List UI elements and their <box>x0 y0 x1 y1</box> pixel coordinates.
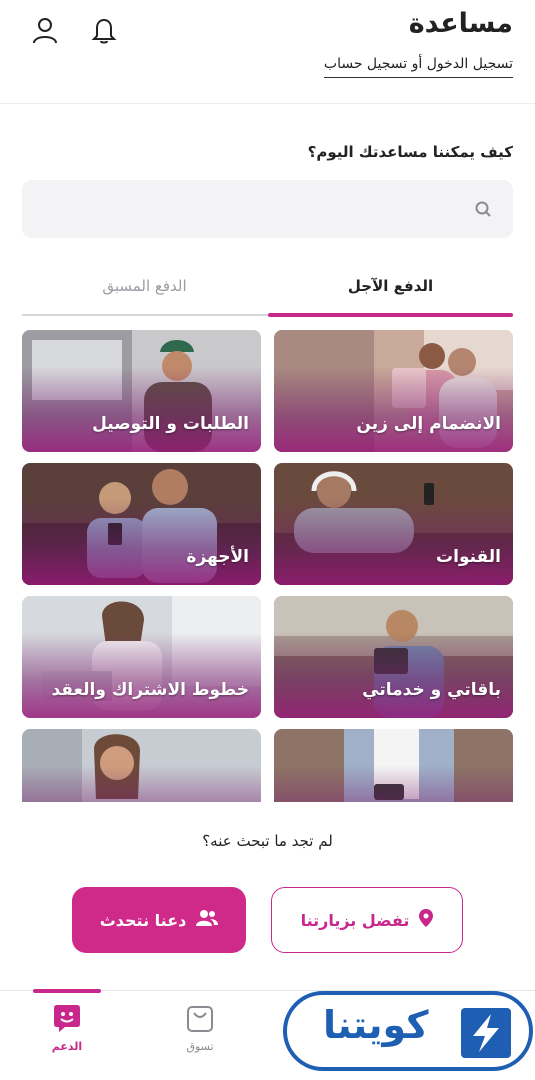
watermark-text: كويتنا <box>323 1003 429 1047</box>
card-channels[interactable]: القنوات <box>274 463 513 585</box>
tab-postpaid[interactable]: الدفع الآجل <box>268 256 513 316</box>
watermark-icon <box>461 1008 511 1058</box>
tab-active-indicator <box>268 313 513 317</box>
card-plans-services[interactable]: باقاتي و خدماتي <box>274 596 513 718</box>
card-label: الانضمام إلى زين <box>356 414 501 434</box>
bell-icon[interactable] <box>86 12 122 48</box>
support-chat-icon <box>54 1005 80 1032</box>
login-register-link[interactable]: تسجيل الدخول أو تسجيل حساب <box>323 56 513 78</box>
card-label: باقاتي و خدماتي <box>362 680 501 700</box>
help-question: كيف يمكننا مساعدتك اليوم؟ <box>307 143 513 161</box>
shopping-bag-icon <box>187 1006 213 1032</box>
help-topics-grid: الانضمام إلى زين الطلبات و التوصيل القنو… <box>22 330 513 802</box>
page-title: مساعدة <box>408 8 513 39</box>
tab-prepaid[interactable]: الدفع المسبق <box>22 256 267 316</box>
lets-talk-button[interactable]: دعنا نتحدث <box>72 887 246 953</box>
search-input[interactable] <box>66 180 497 238</box>
card-lines-contracts[interactable]: خطوط الاشتراك والعقد <box>22 596 261 718</box>
user-icon[interactable] <box>27 12 63 48</box>
card-label: الطلبات و التوصيل <box>92 414 249 434</box>
users-icon <box>196 909 219 931</box>
location-pin-icon <box>419 909 434 931</box>
nav-active-indicator <box>33 989 101 993</box>
header: مساعدة تسجيل الدخول أو تسجيل حساب <box>0 0 535 104</box>
payment-tabs: الدفع الآجل الدفع المسبق <box>22 256 513 317</box>
visit-us-button[interactable]: تفضل بزيارتنا <box>271 887 463 953</box>
nav-support-label: الدعم <box>51 1040 83 1053</box>
search-icon[interactable] <box>474 200 492 222</box>
card-label: الأجهزة <box>186 547 249 567</box>
nav-item-shop[interactable]: تسوق <box>170 1003 230 1053</box>
card-more-2[interactable] <box>22 729 261 802</box>
lets-talk-label: دعنا نتحدث <box>99 910 187 930</box>
nav-shop-label: تسوق <box>186 1040 214 1053</box>
watermark-logo: كويتنا <box>283 991 533 1071</box>
search-box[interactable] <box>22 180 513 238</box>
card-join-zain[interactable]: الانضمام إلى زين <box>274 330 513 452</box>
card-label: خطوط الاشتراك والعقد <box>51 680 249 700</box>
card-more-1[interactable] <box>274 729 513 802</box>
card-devices[interactable]: الأجهزة <box>22 463 261 585</box>
visit-us-label: تفضل بزيارتنا <box>300 910 410 930</box>
nav-item-support[interactable]: الدعم <box>37 1003 97 1053</box>
card-orders-delivery[interactable]: الطلبات و التوصيل <box>22 330 261 452</box>
card-label: القنوات <box>436 547 501 567</box>
not-found-text: لم تجد ما تبحث عنه؟ <box>202 832 333 850</box>
